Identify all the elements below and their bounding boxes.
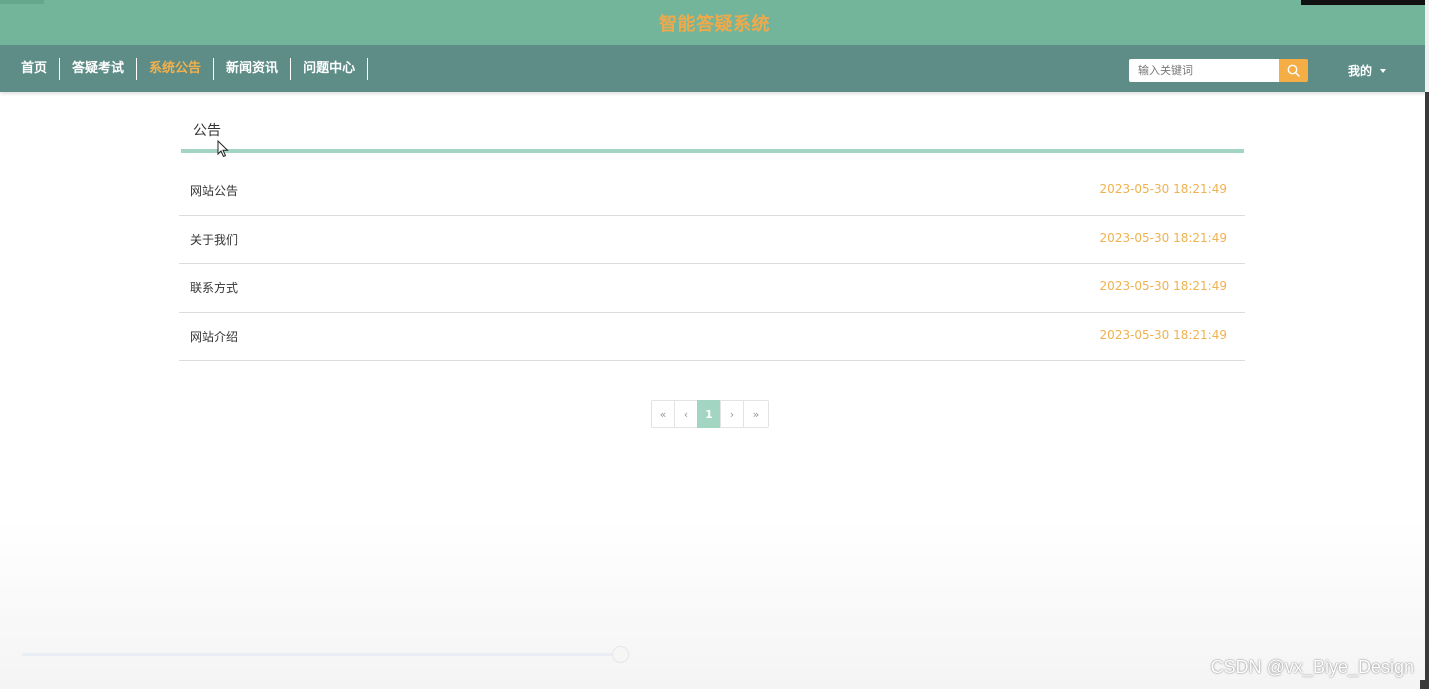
title-bar-corner-left — [0, 0, 44, 4]
nav-item-home[interactable]: 首页 — [9, 57, 61, 80]
notice-time: 2023-05-30 18:21:49 — [1099, 182, 1227, 196]
site-title: 智能答疑系统 — [659, 13, 770, 35]
notice-title[interactable]: 联系方式 — [190, 279, 238, 296]
search-icon — [1287, 64, 1300, 77]
page-prev-button[interactable]: ‹ — [674, 400, 698, 428]
search-box — [1129, 59, 1308, 82]
nav-menu: 首页 答疑考试 系统公告 新闻资讯 问题中心 — [9, 45, 369, 92]
notice-time: 2023-05-30 18:21:49 — [1099, 230, 1227, 245]
title-bar: 智能答疑系统 — [0, 0, 1429, 45]
caret-down-icon — [1380, 69, 1387, 73]
slider-track[interactable] — [22, 653, 620, 656]
watermark: CSDN @vx_Biye_Design — [1210, 657, 1414, 677]
user-menu-label: 我的 — [1348, 64, 1373, 78]
bottom-slider[interactable] — [22, 646, 629, 664]
section-title: 公告 — [193, 123, 221, 139]
section-divider — [181, 149, 1244, 153]
main-content: 公告 网站公告 2023-05-30 18:21:49 关于我们 2023-05… — [179, 92, 1245, 361]
page-next-button[interactable]: › — [720, 400, 744, 428]
notice-list: 网站公告 2023-05-30 18:21:49 关于我们 2023-05-30… — [179, 167, 1245, 361]
nav-bar: 首页 答疑考试 系统公告 新闻资讯 问题中心 我的 — [0, 45, 1429, 92]
list-item[interactable]: 网站公告 2023-05-30 18:21:49 — [179, 167, 1245, 216]
list-item[interactable]: 联系方式 2023-05-30 18:21:49 — [179, 264, 1245, 313]
notice-title[interactable]: 网站公告 — [190, 182, 238, 199]
scrollbar-thumb[interactable] — [1425, 92, 1429, 684]
window-corner — [1420, 680, 1429, 689]
nav-item-announcements[interactable]: 系统公告 — [137, 57, 215, 80]
nav-item-news[interactable]: 新闻资讯 — [214, 57, 292, 80]
notice-time: 2023-05-30 18:21:49 — [1099, 279, 1227, 293]
notice-title[interactable]: 网站介绍 — [190, 328, 238, 345]
section-header: 公告 — [179, 92, 1245, 153]
slider-handle[interactable] — [612, 646, 629, 663]
user-menu[interactable]: 我的 — [1348, 59, 1387, 82]
nav-item-exam[interactable]: 答疑考试 — [60, 57, 138, 80]
mouse-cursor-icon — [217, 140, 229, 158]
page-last-button[interactable]: » — [743, 400, 769, 428]
page-current-button[interactable]: 1 — [697, 400, 721, 428]
page-first-button[interactable]: « — [651, 400, 675, 428]
pagination: « ‹ 1 › » — [651, 400, 769, 428]
notice-title[interactable]: 关于我们 — [190, 231, 238, 248]
list-item[interactable]: 关于我们 2023-05-30 18:21:49 — [179, 216, 1245, 264]
nav-item-questions[interactable]: 问题中心 — [291, 57, 369, 80]
notice-time: 2023-05-30 18:21:49 — [1099, 327, 1227, 342]
title-bar-corner-right — [1301, 0, 1429, 5]
search-input[interactable] — [1129, 59, 1279, 82]
list-item[interactable]: 网站介绍 2023-05-30 18:21:49 — [179, 313, 1245, 361]
search-button[interactable] — [1279, 59, 1308, 82]
